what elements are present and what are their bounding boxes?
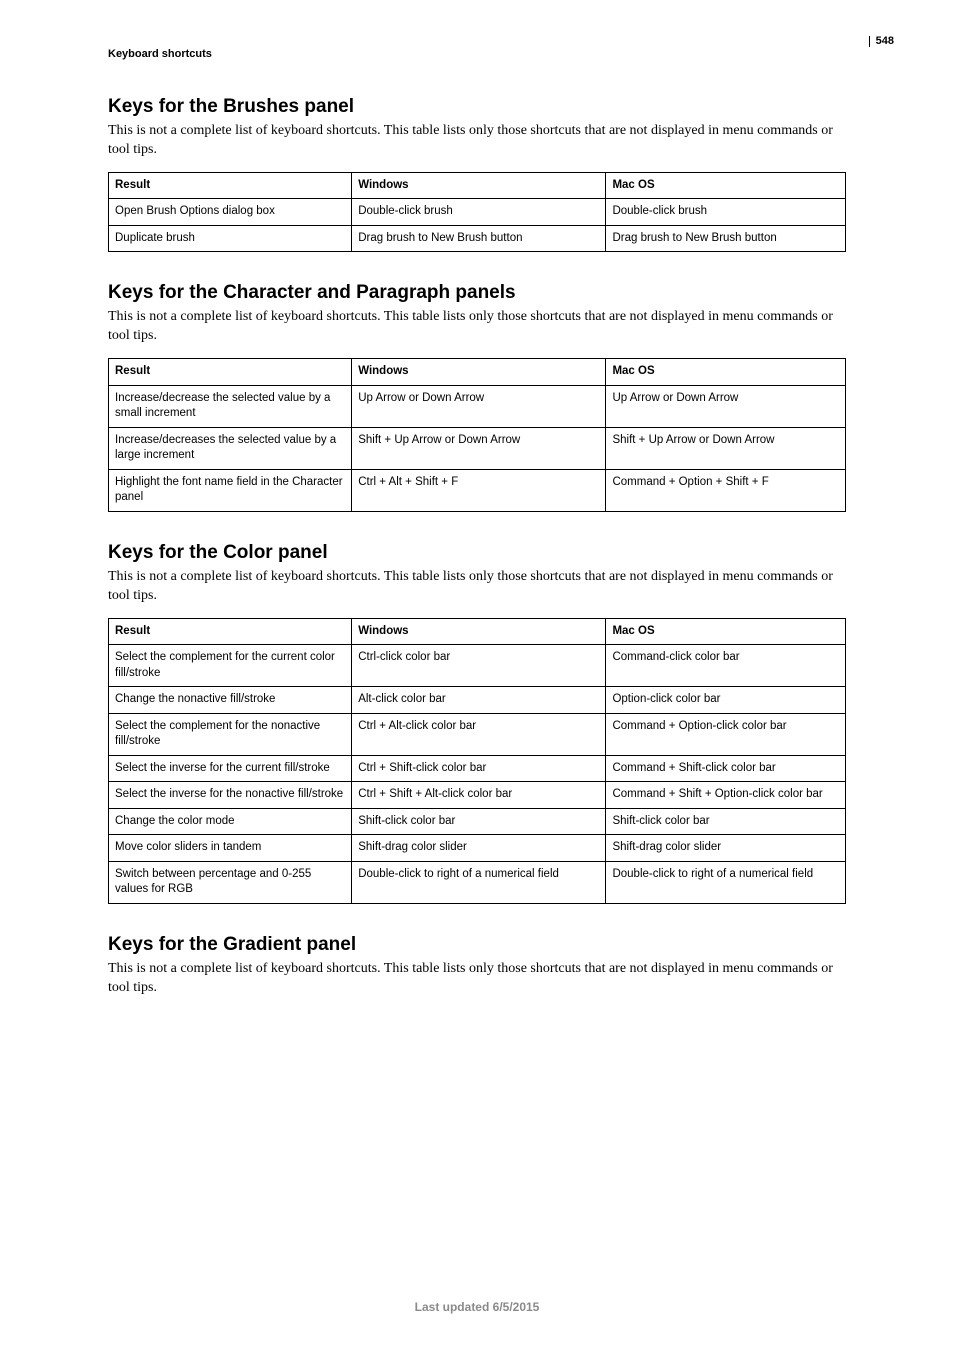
cell-result: Highlight the font name field in the Cha… xyxy=(109,469,352,511)
cell-win: Ctrl + Alt + Shift + F xyxy=(352,469,606,511)
col-windows: Windows xyxy=(352,359,606,386)
section-intro-character-paragraph: This is not a complete list of keyboard … xyxy=(108,308,846,346)
section-intro-gradient: This is not a complete list of keyboard … xyxy=(108,960,846,998)
section-heading-color: Keys for the Color panel xyxy=(108,542,846,564)
cell-mac: Command + Option + Shift + F xyxy=(606,469,846,511)
table-row: Switch between percentage and 0-255 valu… xyxy=(109,861,846,903)
table-row: Highlight the font name field in the Cha… xyxy=(109,469,846,511)
cell-result: Select the complement for the current co… xyxy=(109,645,352,687)
table-row: Open Brush Options dialog box Double-cli… xyxy=(109,199,846,226)
page: 548 Keyboard shortcuts Keys for the Brus… xyxy=(0,0,954,1350)
cell-win: Ctrl-click color bar xyxy=(352,645,606,687)
cell-win: Alt-click color bar xyxy=(352,687,606,714)
cell-win: Ctrl + Shift-click color bar xyxy=(352,755,606,782)
cell-mac: Command + Shift + Option-click color bar xyxy=(606,782,846,809)
cell-mac: Shift + Up Arrow or Down Arrow xyxy=(606,427,846,469)
table-row: Increase/decreases the selected value by… xyxy=(109,427,846,469)
page-number-block: 548 xyxy=(869,36,894,47)
cell-win: Ctrl + Alt-click color bar xyxy=(352,713,606,755)
cell-mac: Option-click color bar xyxy=(606,687,846,714)
cell-win: Double-click to right of a numerical fie… xyxy=(352,861,606,903)
cell-win: Drag brush to New Brush button xyxy=(352,225,606,252)
col-result: Result xyxy=(109,172,352,199)
table-row: Select the inverse for the current fill/… xyxy=(109,755,846,782)
cell-win: Shift + Up Arrow or Down Arrow xyxy=(352,427,606,469)
col-macos: Mac OS xyxy=(606,618,846,645)
table-row: Select the complement for the nonactive … xyxy=(109,713,846,755)
table-row: Select the inverse for the nonactive fil… xyxy=(109,782,846,809)
table-brushes: Result Windows Mac OS Open Brush Options… xyxy=(108,172,846,253)
section-intro-brushes: This is not a complete list of keyboard … xyxy=(108,122,846,160)
section-intro-color: This is not a complete list of keyboard … xyxy=(108,568,846,606)
cell-mac: Up Arrow or Down Arrow xyxy=(606,385,846,427)
cell-result: Change the nonactive fill/stroke xyxy=(109,687,352,714)
table-row: Change the nonactive fill/stroke Alt-cli… xyxy=(109,687,846,714)
cell-result: Select the inverse for the current fill/… xyxy=(109,755,352,782)
table-header-row: Result Windows Mac OS xyxy=(109,618,846,645)
col-result: Result xyxy=(109,618,352,645)
cell-result: Open Brush Options dialog box xyxy=(109,199,352,226)
cell-mac: Command + Option-click color bar xyxy=(606,713,846,755)
cell-result: Move color sliders in tandem xyxy=(109,835,352,862)
table-row: Increase/decrease the selected value by … xyxy=(109,385,846,427)
table-row: Change the color mode Shift-click color … xyxy=(109,808,846,835)
section-heading-brushes: Keys for the Brushes panel xyxy=(108,96,846,118)
cell-result: Change the color mode xyxy=(109,808,352,835)
col-windows: Windows xyxy=(352,172,606,199)
cell-mac: Shift-click color bar xyxy=(606,808,846,835)
cell-mac: Command-click color bar xyxy=(606,645,846,687)
table-header-row: Result Windows Mac OS xyxy=(109,172,846,199)
cell-mac: Double-click to right of a numerical fie… xyxy=(606,861,846,903)
table-color: Result Windows Mac OS Select the complem… xyxy=(108,618,846,904)
page-number: 548 xyxy=(869,36,894,47)
cell-mac: Double-click brush xyxy=(606,199,846,226)
cell-mac: Drag brush to New Brush button xyxy=(606,225,846,252)
table-row: Duplicate brush Drag brush to New Brush … xyxy=(109,225,846,252)
cell-win: Shift-click color bar xyxy=(352,808,606,835)
cell-win: Double-click brush xyxy=(352,199,606,226)
footer-last-updated: Last updated 6/5/2015 xyxy=(0,1300,954,1314)
cell-win: Shift-drag color slider xyxy=(352,835,606,862)
col-macos: Mac OS xyxy=(606,359,846,386)
cell-win: Up Arrow or Down Arrow xyxy=(352,385,606,427)
table-row: Move color sliders in tandem Shift-drag … xyxy=(109,835,846,862)
cell-result: Increase/decreases the selected value by… xyxy=(109,427,352,469)
cell-result: Select the complement for the nonactive … xyxy=(109,713,352,755)
cell-result: Switch between percentage and 0-255 valu… xyxy=(109,861,352,903)
cell-win: Ctrl + Shift + Alt-click color bar xyxy=(352,782,606,809)
cell-result: Select the inverse for the nonactive fil… xyxy=(109,782,352,809)
table-header-row: Result Windows Mac OS xyxy=(109,359,846,386)
col-macos: Mac OS xyxy=(606,172,846,199)
cell-result: Duplicate brush xyxy=(109,225,352,252)
col-windows: Windows xyxy=(352,618,606,645)
table-row: Select the complement for the current co… xyxy=(109,645,846,687)
section-heading-gradient: Keys for the Gradient panel xyxy=(108,934,846,956)
section-heading-character-paragraph: Keys for the Character and Paragraph pan… xyxy=(108,282,846,304)
col-result: Result xyxy=(109,359,352,386)
table-character-paragraph: Result Windows Mac OS Increase/decrease … xyxy=(108,358,846,512)
breadcrumb: Keyboard shortcuts xyxy=(108,48,846,60)
cell-mac: Shift-drag color slider xyxy=(606,835,846,862)
cell-mac: Command + Shift-click color bar xyxy=(606,755,846,782)
cell-result: Increase/decrease the selected value by … xyxy=(109,385,352,427)
